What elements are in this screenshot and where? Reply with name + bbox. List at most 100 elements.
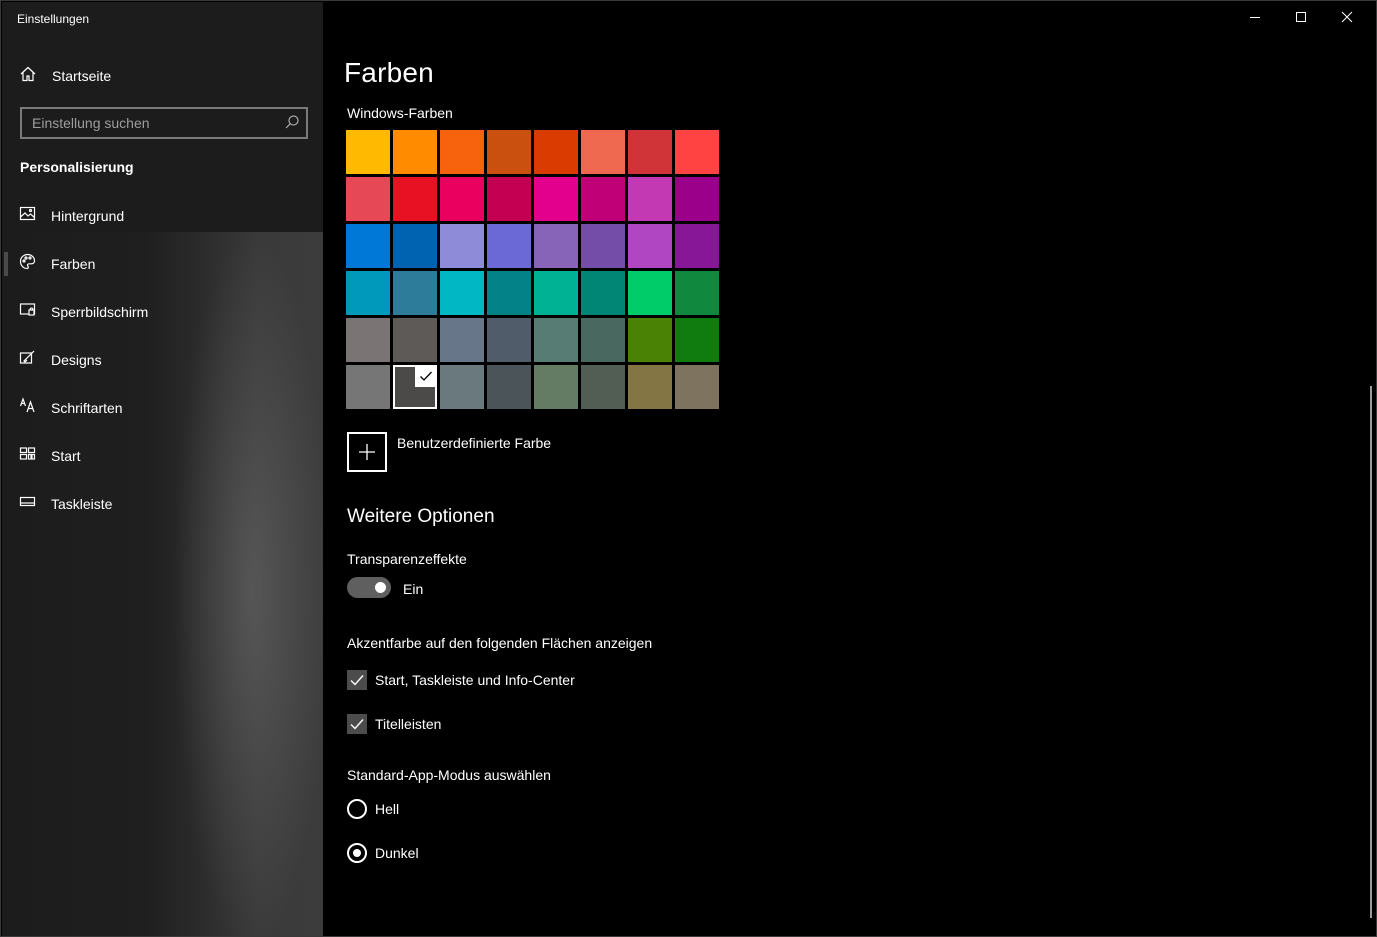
color-swatch[interactable]	[440, 318, 484, 362]
color-swatch[interactable]	[534, 318, 578, 362]
start-taskbar-checkbox[interactable]	[347, 670, 367, 690]
color-swatch[interactable]	[346, 318, 390, 362]
start-tiles-icon	[19, 445, 36, 467]
maximize-button[interactable]	[1278, 1, 1324, 33]
color-swatch[interactable]	[393, 130, 437, 174]
custom-color-label: Benutzerdefinierte Farbe	[397, 435, 552, 451]
sidebar-item-hintergrund[interactable]: Hintergrund	[2, 192, 323, 240]
minimize-button[interactable]	[1232, 1, 1278, 33]
more-options-title: Weitere Optionen	[347, 506, 495, 527]
brush-icon	[19, 349, 36, 371]
section-title: Personalisierung	[20, 159, 134, 175]
titlebars-checkbox[interactable]	[347, 714, 367, 734]
color-swatch[interactable]	[675, 271, 719, 315]
app-title: Einstellungen	[17, 12, 90, 26]
color-swatch[interactable]	[628, 271, 672, 315]
color-swatch[interactable]	[581, 177, 625, 221]
color-swatch[interactable]	[675, 177, 719, 221]
color-swatch[interactable]	[534, 224, 578, 268]
radio-dark[interactable]	[347, 843, 367, 863]
color-swatch[interactable]	[675, 365, 719, 409]
color-swatch[interactable]	[675, 318, 719, 362]
color-swatch[interactable]	[628, 365, 672, 409]
sidebar-item-schriftarten[interactable]: Schriftarten	[2, 384, 323, 432]
color-swatch[interactable]	[393, 271, 437, 315]
sidebar-item-farben[interactable]: Farben	[2, 240, 323, 288]
palette-icon	[19, 253, 36, 275]
color-swatch[interactable]	[487, 130, 531, 174]
color-swatch[interactable]	[581, 224, 625, 268]
color-swatch[interactable]	[628, 130, 672, 174]
color-swatch[interactable]	[440, 224, 484, 268]
color-swatch[interactable]	[581, 318, 625, 362]
minimize-icon	[1250, 17, 1260, 18]
color-swatch[interactable]	[346, 365, 390, 409]
page-title: Farben	[344, 57, 434, 88]
checkmark-icon	[350, 675, 364, 686]
transparency-label: Transparenzeffekte	[347, 551, 467, 567]
home-icon	[19, 65, 37, 88]
radio-dark-label: Dunkel	[375, 845, 419, 861]
color-swatch[interactable]	[628, 177, 672, 221]
color-swatch[interactable]	[346, 177, 390, 221]
color-swatch[interactable]	[346, 224, 390, 268]
color-swatch[interactable]	[393, 177, 437, 221]
home-label: Startseite	[52, 68, 112, 84]
search-input[interactable]	[22, 115, 272, 131]
color-swatch[interactable]	[487, 365, 531, 409]
color-swatch[interactable]	[440, 365, 484, 409]
checkmark-icon	[350, 719, 364, 730]
selected-check-icon	[415, 365, 437, 387]
color-swatch[interactable]	[675, 130, 719, 174]
color-swatch[interactable]	[534, 365, 578, 409]
color-swatch[interactable]	[675, 224, 719, 268]
search-box[interactable]	[20, 107, 308, 139]
lockscreen-icon	[19, 301, 36, 323]
sidebar-item-start[interactable]: Start	[2, 432, 323, 480]
sidebar-item-label: Hintergrund	[51, 208, 125, 224]
color-swatch[interactable]	[581, 271, 625, 315]
color-swatch[interactable]	[581, 130, 625, 174]
color-swatch[interactable]	[487, 224, 531, 268]
taskbar-icon	[19, 493, 36, 515]
color-swatch[interactable]	[628, 224, 672, 268]
color-swatch[interactable]	[393, 365, 437, 409]
scrollbar[interactable]	[1370, 386, 1372, 918]
transparency-toggle[interactable]	[347, 577, 391, 598]
sidebar-item-taskleiste[interactable]: Taskleiste	[2, 480, 323, 528]
color-swatch[interactable]	[534, 130, 578, 174]
color-swatch[interactable]	[440, 271, 484, 315]
sidebar-item-label: Start	[51, 448, 81, 464]
sidebar-item-label: Taskleiste	[51, 496, 113, 512]
toggle-knob	[375, 582, 386, 593]
sidebar-item-designs[interactable]: Designs	[2, 336, 323, 384]
color-swatch[interactable]	[581, 365, 625, 409]
font-icon	[19, 397, 36, 419]
app-mode-label: Standard-App-Modus auswählen	[347, 767, 551, 783]
color-swatch[interactable]	[487, 177, 531, 221]
custom-color-button[interactable]: Benutzerdefinierte Farbe	[347, 432, 551, 472]
color-swatch[interactable]	[628, 318, 672, 362]
color-swatch[interactable]	[487, 318, 531, 362]
color-swatch[interactable]	[440, 130, 484, 174]
color-swatch-grid	[346, 130, 719, 409]
color-swatch[interactable]	[487, 271, 531, 315]
search-icon[interactable]	[284, 114, 300, 135]
color-swatch[interactable]	[440, 177, 484, 221]
color-swatch[interactable]	[534, 177, 578, 221]
home-nav-item[interactable]: Startseite	[19, 64, 111, 88]
color-swatch[interactable]	[393, 318, 437, 362]
color-swatch[interactable]	[346, 271, 390, 315]
plus-icon	[347, 432, 387, 472]
sidebar-item-label: Farben	[51, 256, 96, 272]
radio-light[interactable]	[347, 799, 367, 819]
color-swatch[interactable]	[393, 224, 437, 268]
close-button[interactable]	[1324, 1, 1370, 33]
color-swatch[interactable]	[534, 271, 578, 315]
sidebar-item-sperrbildschirm[interactable]: Sperrbildschirm	[2, 288, 323, 336]
close-icon	[1341, 11, 1353, 23]
color-swatch[interactable]	[346, 130, 390, 174]
titlebars-checkbox-label: Titelleisten	[375, 716, 442, 732]
start-taskbar-checkbox-label: Start, Taskleiste und Info-Center	[375, 672, 575, 688]
picture-icon	[19, 205, 36, 227]
